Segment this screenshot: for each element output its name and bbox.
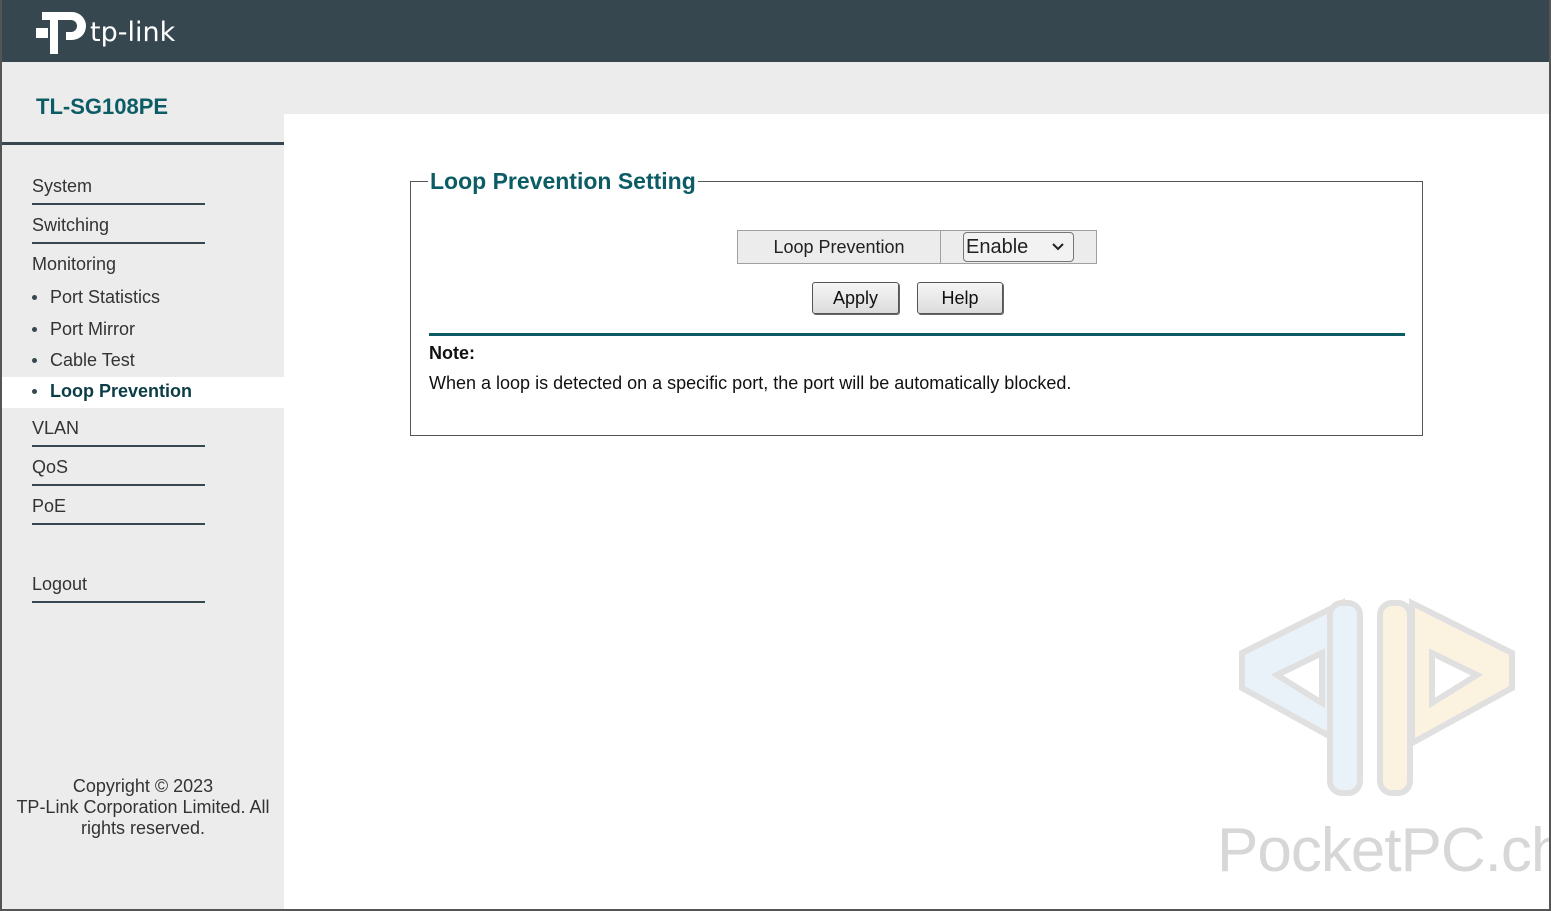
window-frame bbox=[0, 0, 1551, 911]
